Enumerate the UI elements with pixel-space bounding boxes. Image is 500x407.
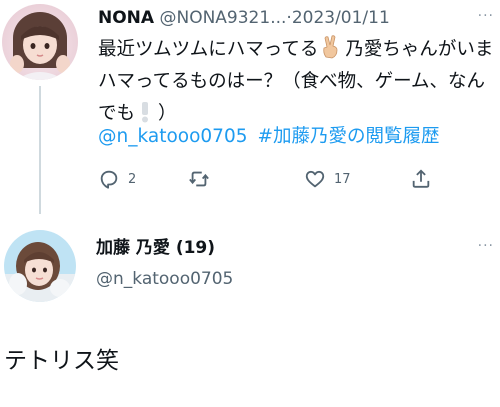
reply-author-display-name[interactable]: 加藤 乃愛 (19) xyxy=(96,236,215,260)
more-options-icon[interactable]: ··· xyxy=(478,8,494,24)
mention-link[interactable]: @n_katooo0705 xyxy=(98,126,248,147)
like-count: 17 xyxy=(334,171,351,187)
thread-connector-line xyxy=(39,86,41,214)
share-button[interactable] xyxy=(410,168,432,190)
victory-hand-emoji-icon xyxy=(320,35,342,59)
tweet-date[interactable]: 2023/01/11 xyxy=(292,8,390,28)
avatar-image xyxy=(4,230,76,302)
reply-avatar[interactable] xyxy=(4,230,76,302)
share-icon xyxy=(412,169,430,188)
reply-icon xyxy=(100,170,118,189)
avatar[interactable] xyxy=(2,4,78,80)
reply-count: 2 xyxy=(128,171,137,187)
reply-text: テトリス笑 xyxy=(4,348,119,374)
like-button[interactable]: 17 xyxy=(304,168,351,190)
tweet-text-part: ） xyxy=(158,103,177,124)
tweet-links: @n_katooo0705 #加藤乃愛の閲覧履歴 xyxy=(98,122,440,152)
tweet-header: NONA @NONA9321...·2023/01/11 xyxy=(98,6,390,30)
hashtag-link[interactable]: #加藤乃愛の閲覧履歴 xyxy=(258,126,440,147)
reply-button[interactable]: 2 xyxy=(98,168,136,190)
avatar-image xyxy=(2,4,78,80)
like-icon xyxy=(305,170,325,188)
retweet-button[interactable] xyxy=(188,168,210,190)
tweet-text: 最近ツムツムにハマってる 乃愛ちゃんがいまハマってるものはー？（食べ物、ゲーム、な… xyxy=(98,34,496,130)
reply-more-options-icon[interactable]: ··· xyxy=(478,238,494,254)
tweet-action-bar: 2 17 xyxy=(98,168,438,192)
author-handle[interactable]: @NONA9321... xyxy=(159,8,286,28)
tweet-text-part: 最近ツムツムにハマってる xyxy=(98,39,319,60)
author-display-name[interactable]: NONA xyxy=(98,8,154,28)
exclamation-emoji-icon xyxy=(138,101,152,123)
reply-author-handle[interactable]: @n_katooo0705 xyxy=(96,267,233,291)
retweet-icon xyxy=(189,171,209,187)
